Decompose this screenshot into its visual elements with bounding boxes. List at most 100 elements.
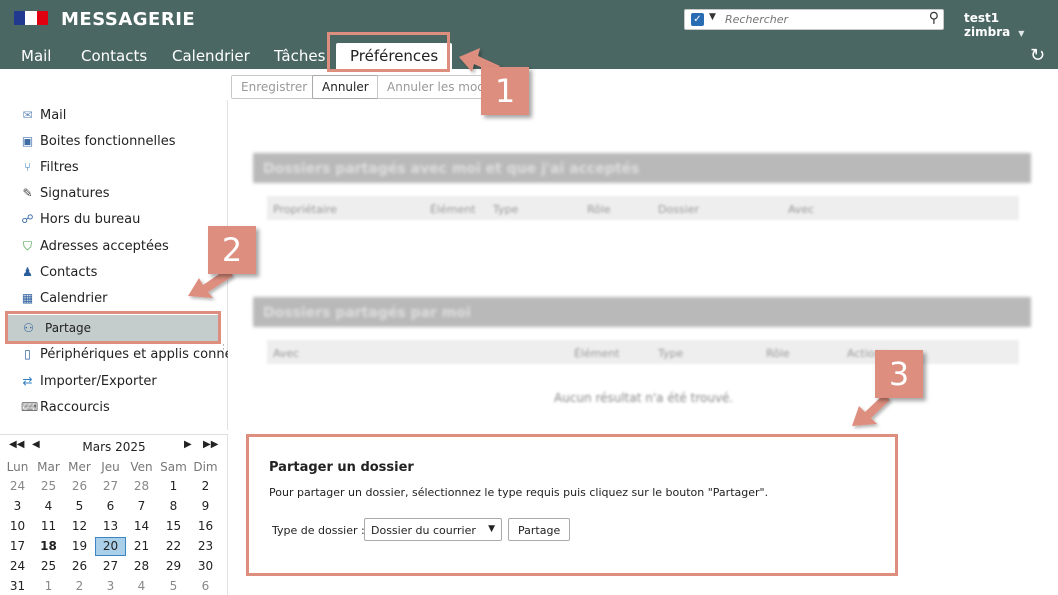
folder-type-value: Dossier du courrier	[371, 524, 476, 537]
refresh-icon[interactable]: ↻	[1030, 45, 1045, 66]
calendar-day[interactable]: 27	[95, 557, 126, 576]
chevron-down-icon: ▼	[1018, 29, 1025, 38]
app-window: MESSAGERIE ✓ ▼ ⚲ test1 zimbra ▼ Mail Cont…	[0, 0, 1058, 595]
calendar-day[interactable]: 29	[158, 557, 189, 576]
calendar-day[interactable]: 2	[64, 577, 95, 595]
calendar-day[interactable]: 26	[64, 557, 95, 576]
calendar-day[interactable]: 6	[95, 497, 126, 516]
calendar-day[interactable]: 5	[158, 577, 189, 595]
tab-mail[interactable]: Mail	[21, 47, 51, 65]
sidebar-item-calendrier[interactable]: ▦ Calendrier	[0, 287, 228, 311]
envelope-icon: ✉	[22, 108, 33, 122]
calendar-day[interactable]: 18	[33, 537, 64, 556]
calendar-day[interactable]: 4	[126, 577, 157, 595]
sidebar-item-peripheriques[interactable]: ▯Périphériques et applis connectés	[0, 343, 228, 367]
no-results-text: Aucun résultat n'a été trouvé.	[554, 391, 734, 405]
calendar-day[interactable]: 24	[2, 557, 33, 576]
user-menu[interactable]: test1 zimbra ▼	[964, 11, 1058, 39]
calendar-day[interactable]: 25	[33, 557, 64, 576]
calendar-day[interactable]: 21	[126, 537, 157, 556]
share-folder-title: Partager un dossier	[269, 460, 414, 475]
calendar-day[interactable]: 27	[95, 477, 126, 496]
chevron-down-icon[interactable]: ▼	[709, 12, 716, 22]
calendar-day[interactable]: 31	[2, 577, 33, 595]
calendar-day[interactable]: 15	[158, 517, 189, 536]
calendar-icon: ▦	[21, 291, 34, 305]
calendar-day[interactable]: 25	[33, 477, 64, 496]
folder-type-select[interactable]: Dossier du courrier ▼	[364, 518, 502, 541]
calendar-day[interactable]: 3	[95, 577, 126, 595]
calendar-day[interactable]: 7	[126, 497, 157, 516]
sidebar-item-boites-fonctionnelles[interactable]: ▣ Boites fonctionnelles	[0, 130, 228, 154]
sidebar-item-hors-du-bureau[interactable]: ☍ Hors du bureau	[0, 208, 228, 232]
annotation-badge-2: 2	[208, 226, 256, 274]
calendar-day[interactable]: 13	[95, 517, 126, 536]
calendar-day-of-week: Mer	[68, 460, 91, 474]
sidebar-item-contacts[interactable]: ♟ Contacts	[0, 261, 228, 285]
column-header: Type	[658, 347, 684, 360]
calendar-day[interactable]: 28	[126, 477, 157, 496]
calendar-day[interactable]: 19	[64, 537, 95, 556]
user-name: test1 zimbra	[964, 11, 1011, 39]
calendar-month-title: Mars 2025	[82, 440, 146, 454]
next-year-icon[interactable]: ▶▶	[203, 439, 218, 450]
mini-calendar: ◀◀ ◀ Mars 2025 ▶ ▶▶ Lun Mar Mer Jeu Ven Sam Di…	[0, 434, 228, 595]
marianne-flag-logo	[14, 11, 48, 25]
highlight-partage-item	[5, 311, 221, 344]
column-header: Rôle	[587, 203, 611, 216]
shared-mailbox-icon: ▣	[21, 134, 34, 148]
calendar-day[interactable]: 10	[2, 517, 33, 536]
tab-calendrier[interactable]: Calendrier	[172, 47, 250, 65]
calendar-day[interactable]: 24	[2, 477, 33, 496]
resize-handle[interactable]: · · ·	[222, 342, 225, 359]
cancel-button[interactable]: Annuler	[312, 75, 379, 99]
undo-changes-button[interactable]: Annuler les modifications	[377, 75, 497, 99]
calendar-day[interactable]: 2	[190, 477, 221, 496]
calendar-day[interactable]: 22	[158, 537, 189, 556]
share-folder-box: Partager un dossier Pour partager un dos…	[246, 434, 898, 576]
accepted-shares-columns: Propriétaire Élément Type Rôle Dossier A…	[267, 196, 1019, 220]
calendar-day[interactable]: 16	[190, 517, 221, 536]
sidebar-item-filtres[interactable]: ⑂ Filtres	[0, 156, 228, 180]
search-box[interactable]: ✓ ▼ ⚲	[684, 9, 944, 30]
calendar-day[interactable]: 26	[64, 477, 95, 496]
contact-icon: ♟	[22, 265, 33, 279]
calendar-day[interactable]: 5	[64, 497, 95, 516]
calendar-day[interactable]: 9	[190, 497, 221, 516]
tab-taches[interactable]: Tâches	[274, 47, 325, 65]
magnifier-icon[interactable]: ⚲	[929, 10, 939, 26]
filter-icon: ⑂	[23, 160, 32, 174]
column-header: Dossier	[658, 203, 700, 216]
sidebar-item-raccourcis[interactable]: ⌨ Raccourcis	[0, 396, 228, 420]
calendar-day[interactable]: 12	[64, 517, 95, 536]
share-button[interactable]: Partage	[508, 518, 571, 541]
annotation-badge-1: 1	[481, 67, 529, 115]
sidebar-item-adresses-acceptees[interactable]: ⛉ Adresses acceptées	[0, 235, 228, 259]
calendar-day[interactable]: 3	[2, 497, 33, 516]
search-type-checkbox-icon[interactable]: ✓	[691, 13, 704, 26]
calendar-day-of-week: Ven	[130, 460, 153, 474]
calendar-day[interactable]: 4	[33, 497, 64, 516]
column-header: Avec	[788, 203, 815, 216]
keyboard-shortcut-icon: ⌨	[21, 400, 39, 414]
calendar-day[interactable]: 14	[126, 517, 157, 536]
calendar-day[interactable]: 28	[126, 557, 157, 576]
calendar-day[interactable]: 17	[2, 537, 33, 556]
calendar-day[interactable]: 23	[190, 537, 221, 556]
calendar-day[interactable]: 8	[158, 497, 189, 516]
shield-check-icon: ⛉	[22, 239, 32, 253]
save-button[interactable]: Enregistrer	[231, 75, 318, 99]
calendar-day[interactable]: 20	[95, 537, 126, 556]
calendar-day[interactable]: 1	[33, 577, 64, 595]
calendar-day[interactable]: 1	[158, 477, 189, 496]
out-of-office-icon: ☍	[21, 212, 34, 226]
next-month-icon[interactable]: ▶	[184, 439, 192, 450]
sidebar-item-mail[interactable]: ✉ Mail	[0, 104, 228, 128]
calendar-day[interactable]: 6	[190, 577, 221, 595]
calendar-day[interactable]: 30	[190, 557, 221, 576]
calendar-day[interactable]: 11	[33, 517, 64, 536]
sidebar-item-importer-exporter[interactable]: ⇄ Importer/Exporter	[0, 370, 228, 394]
tab-contacts[interactable]: Contacts	[81, 47, 147, 65]
sidebar-item-signatures[interactable]: ✎ Signatures	[0, 182, 228, 206]
search-input[interactable]	[725, 12, 915, 27]
